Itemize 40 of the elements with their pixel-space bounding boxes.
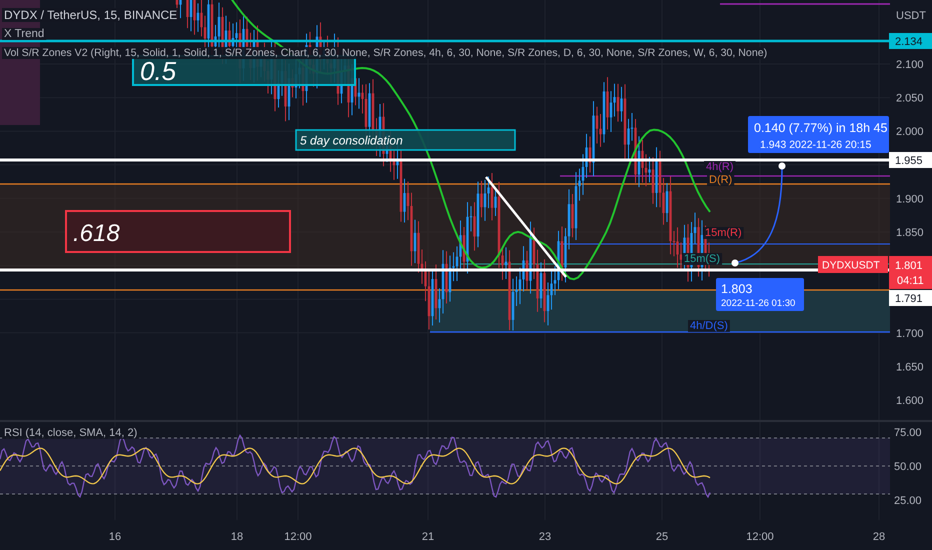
zone-label: 4h(R) <box>704 161 736 173</box>
start-label: 1.803 2022-11-26 01:30 <box>716 278 804 311</box>
price-tick: 2.000 <box>896 126 924 138</box>
indicator-legend[interactable]: RSI (14, close, SMA, 14, 2) <box>2 427 140 439</box>
price-badge: 2.134 <box>889 33 932 49</box>
last-price-badge: 1.801 04:11 <box>889 256 932 289</box>
price-tick: 1.650 <box>896 361 924 374</box>
time-tick: 18 <box>230 531 244 543</box>
price-tick: 1.600 <box>896 395 924 407</box>
indicator-legend[interactable]: X Trend <box>2 28 46 40</box>
zone-label: 15m(R) <box>703 227 744 239</box>
fib-level-label: .618 <box>73 220 120 247</box>
time-tick: 12:00 <box>284 531 312 543</box>
price-tick: 2.050 <box>896 92 924 105</box>
measure-label: 0.140 (7.77%) in 18h 45 1.943 2022-11-26 20:15 <box>748 116 889 153</box>
time-tick: 16 <box>108 531 122 543</box>
symbol-title: DYDX / TetherUS, 15, BINANCE <box>2 8 180 22</box>
price-badge: 1.955 <box>889 152 932 168</box>
price-tick: 1.900 <box>896 193 924 206</box>
price-tick: 2.100 <box>896 59 924 71</box>
price-tick: 1.850 <box>896 227 924 239</box>
time-tick: 21 <box>422 531 434 543</box>
price-badge: 1.791 <box>889 290 932 306</box>
note-text: 5 day consolidation <box>300 134 403 148</box>
zone-label: 15m(S) <box>682 253 722 265</box>
rsi-tick: 75.00 <box>894 427 922 439</box>
time-tick: 12:00 <box>746 531 774 543</box>
zone-label: D(R) <box>707 174 734 186</box>
time-tick: 23 <box>538 531 552 543</box>
time-tick: 28 <box>872 531 886 543</box>
zone-label: 4h/D(S) <box>688 320 730 332</box>
price-tick: 1.700 <box>896 328 924 340</box>
rsi-tick: 25.00 <box>894 495 922 507</box>
start-point <box>732 260 738 266</box>
currency-label: USDT <box>896 10 926 22</box>
target-point <box>778 162 786 170</box>
time-tick: 25 <box>656 531 668 543</box>
rsi-tick: 50.00 <box>894 461 922 473</box>
symbol-badge: DYDXUSDT <box>818 256 888 273</box>
indicator-legend[interactable]: Vol S/R Zones V2 (Right, 15, Solid, 1, Solid, 1, S/R Zones, Chart, 6, 30, None, S/R Zones, 4h, 6, 30, None, S/R Zones, D, 6, 30, None, S/R Zones, W, 6, 30, None) <box>2 47 770 59</box>
